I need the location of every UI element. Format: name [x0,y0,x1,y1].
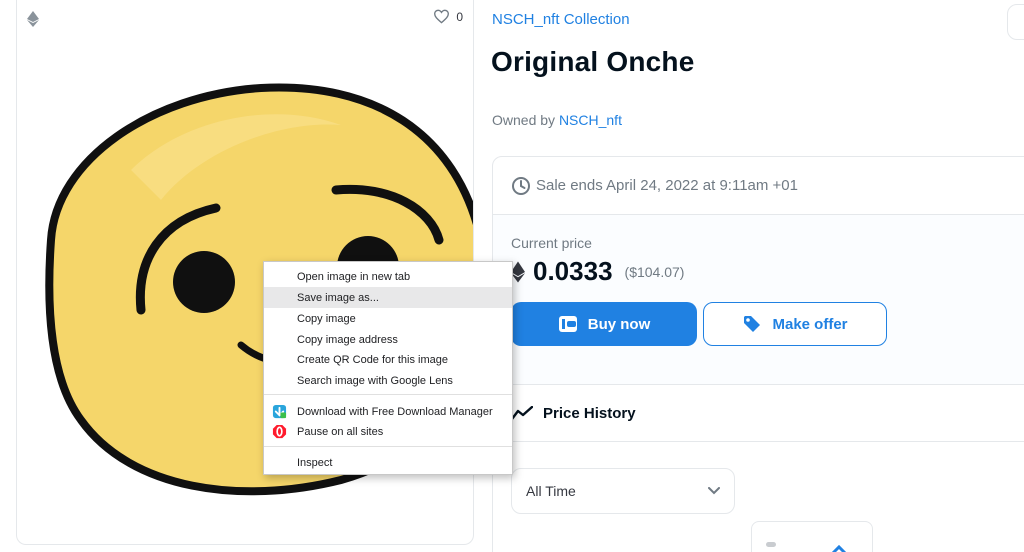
menu-item-label: Create QR Code for this image [297,353,449,366]
menu-copy-image[interactable]: Copy image [264,308,512,329]
price-usd: ($104.07) [624,263,685,280]
owner-link[interactable]: NSCH_nft [559,112,622,128]
ethereum-icon [511,261,525,282]
menu-pause-all-sites[interactable]: Pause on all sites [264,421,512,442]
price-history-panel: Price History All Time [492,384,1024,552]
card-header: 0 [17,0,473,36]
chevron-up-icon [831,544,847,552]
owner-line: Owned by NSCH_nft [492,112,622,128]
asset-title: Original Onche [491,46,695,77]
sale-end-header: Sale ends April 24, 2022 at 9:11am +01 [493,157,1024,215]
price-amount: 0.0333 [533,256,613,286]
ethereum-icon [27,11,39,27]
menu-item-label: Copy image [297,312,356,325]
more-options-button[interactable] [1007,4,1024,40]
price-row: 0.0333 ($104.07) [511,256,684,287]
fdm-icon [272,404,287,419]
menu-divider [264,446,512,447]
sale-end-text: Sale ends April 24, 2022 at 9:11am +01 [536,177,798,194]
menu-item-label: Open image in new tab [297,270,411,283]
menu-inspect[interactable]: Inspect [264,452,512,473]
clock-icon [512,176,530,195]
owned-by-label: Owned by [492,112,556,128]
tag-icon [744,316,761,332]
price-history-title: Price History [543,404,636,422]
current-price-label: Current price [511,235,592,251]
buy-now-label: Buy now [587,315,651,333]
chart-legend-box [751,521,873,552]
menu-item-label: Save image as... [297,291,379,304]
menu-download-fdm[interactable]: Download with Free Download Manager [264,401,512,422]
time-range-value: All Time [526,483,576,499]
sale-panel: Sale ends April 24, 2022 at 9:11am +01 C… [492,156,1024,388]
menu-item-label: Pause on all sites [297,425,384,438]
menu-item-label: Copy image address [297,333,398,346]
menu-item-label: Search image with Google Lens [297,374,453,387]
menu-save-image-as[interactable]: Save image as... [264,287,512,308]
make-offer-label: Make offer [772,315,848,333]
menu-item-label: Download with Free Download Manager [297,405,493,418]
menu-copy-image-address[interactable]: Copy image address [264,329,512,350]
favorite-button[interactable]: 0 [433,9,463,24]
trend-icon [511,406,533,420]
menu-item-label: Inspect [297,456,333,469]
menu-open-image-new-tab[interactable]: Open image in new tab [264,266,512,287]
legend-dot [766,542,776,547]
price-history-header[interactable]: Price History [493,385,1024,442]
wallet-icon [558,316,577,332]
favorite-count: 0 [456,9,463,24]
context-menu: Open image in new tab Save image as... C… [263,261,513,475]
heart-icon [434,9,450,24]
chevron-down-icon [708,487,720,495]
menu-create-qr-code[interactable]: Create QR Code for this image [264,349,512,370]
collection-link[interactable]: NSCH_nft Collection [492,11,630,28]
opera-block-icon [272,424,287,439]
make-offer-button[interactable]: Make offer [703,302,887,346]
buy-now-button[interactable]: Buy now [511,302,697,346]
time-range-select[interactable]: All Time [511,468,735,514]
menu-search-google-lens[interactable]: Search image with Google Lens [264,370,512,391]
menu-divider [264,394,512,395]
